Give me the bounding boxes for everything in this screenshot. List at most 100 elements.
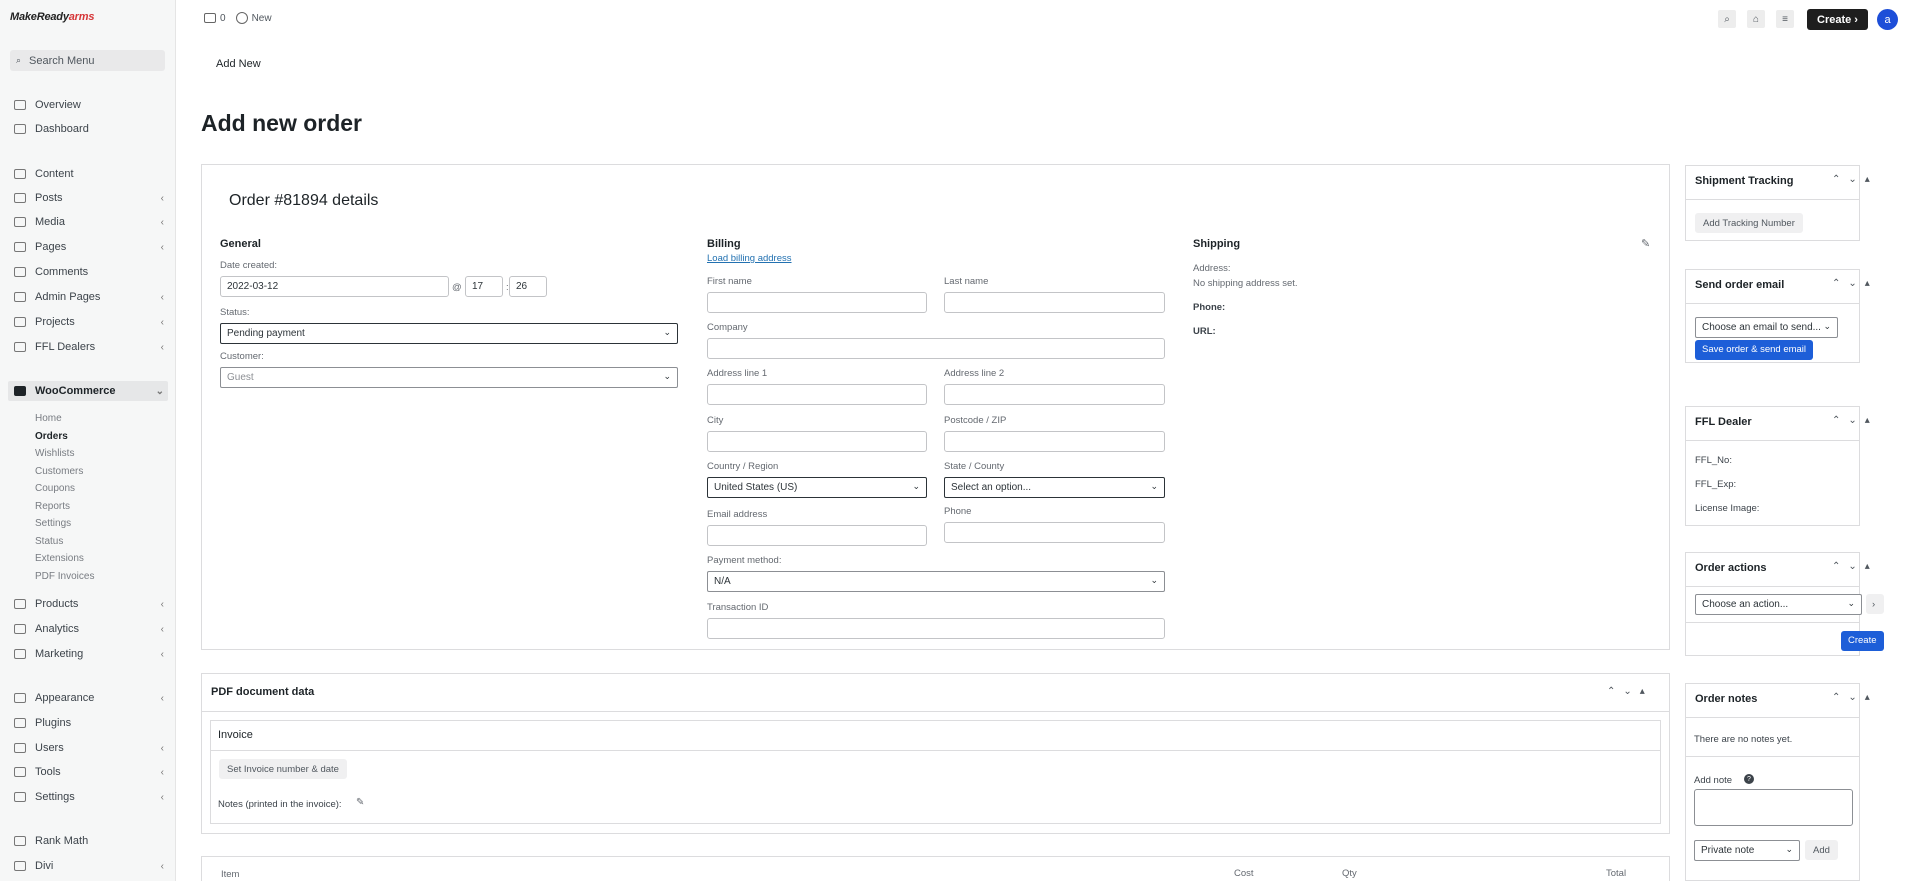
breadcrumb[interactable]: Add New (216, 58, 261, 70)
submenu-home[interactable]: Home (35, 413, 62, 426)
comments-icon (14, 267, 26, 277)
content-icon (14, 169, 26, 179)
shipping-address-label: Address: (1193, 263, 1231, 274)
submenu-wishlists[interactable]: Wishlists (35, 448, 74, 461)
new-link[interactable]: New (235, 12, 272, 24)
save-order-send-email-button[interactable]: Save order & send email (1695, 340, 1814, 360)
submenu-status[interactable]: Status (35, 536, 63, 549)
edit-shipping-icon[interactable]: ✎ (1641, 237, 1650, 250)
address-line-1-input[interactable] (707, 384, 927, 405)
email-label: Email address (707, 509, 768, 520)
sidebar-item-rank-math[interactable]: Rank Math (14, 833, 164, 849)
sidebar-item-dashboard[interactable]: Dashboard (14, 121, 164, 137)
help-icon[interactable]: ? (1744, 774, 1754, 784)
city-input[interactable] (707, 431, 927, 452)
sliders-icon[interactable]: ≡ (1776, 10, 1794, 28)
address-line-2-label: Address line 2 (944, 368, 1005, 379)
ffl-box-toggle[interactable]: ⌃⌄▴ (1832, 415, 1878, 426)
date-created-input[interactable]: 2022-03-12 (220, 276, 449, 297)
submenu-pdf-invoices[interactable]: PDF Invoices (35, 571, 94, 584)
submenu-settings[interactable]: Settings (35, 518, 71, 531)
posts-icon (14, 193, 26, 203)
search-menu-input[interactable]: ⌕ Search Menu (10, 50, 165, 71)
sidebar-item-content[interactable]: Content (14, 166, 164, 182)
submenu-coupons[interactable]: Coupons (35, 483, 75, 496)
chevron-down-icon: ⌄ (1150, 575, 1158, 585)
postcode-input[interactable] (944, 431, 1165, 452)
woocommerce-icon (14, 386, 26, 396)
comments-link[interactable]: 0 (204, 13, 226, 24)
transaction-id-input[interactable] (707, 618, 1165, 639)
sidebar-item-media[interactable]: Media ‹ (14, 214, 164, 230)
create-order-button[interactable]: Create (1841, 631, 1884, 651)
customer-select[interactable]: Guest ⌄ (220, 367, 678, 388)
email-type-select[interactable]: Choose an email to send... ⌄ (1695, 317, 1838, 338)
minute-input[interactable]: 26 (509, 276, 547, 297)
submenu-reports[interactable]: Reports (35, 501, 70, 514)
avatar[interactable]: a (1877, 9, 1898, 30)
home-icon[interactable]: ⌂ (1747, 10, 1765, 28)
apply-action-button[interactable]: › (1866, 594, 1884, 614)
sidebar-item-divi[interactable]: Divi ‹ (14, 858, 164, 874)
sidebar-item-projects[interactable]: Projects ‹ (14, 314, 164, 330)
sidebar-item-tools[interactable]: Tools ‹ (14, 764, 164, 780)
payment-method-select[interactable]: N/A ⌄ (707, 571, 1165, 592)
search-icon[interactable]: ⌕ (1718, 10, 1736, 28)
create-button[interactable]: Create › (1807, 9, 1868, 30)
chevron-down-icon: ⌄ (1785, 844, 1793, 854)
state-select[interactable]: Select an option... ⌄ (944, 477, 1165, 498)
add-note-textarea[interactable] (1694, 789, 1853, 826)
sidebar-item-products[interactable]: Products ‹ (14, 596, 164, 612)
actions-box-toggle[interactable]: ⌃⌄▴ (1832, 561, 1878, 572)
note-type-select[interactable]: Private note ⌄ (1694, 840, 1800, 861)
submenu-orders[interactable]: Orders (35, 431, 68, 444)
send-order-email-heading: Send order email (1695, 279, 1785, 291)
status-select[interactable]: Pending payment ⌄ (220, 323, 678, 344)
address-line-2-input[interactable] (944, 384, 1165, 405)
first-name-input[interactable] (707, 292, 927, 313)
sidebar-item-settings[interactable]: Settings ‹ (14, 789, 164, 805)
sidebar-item-overview[interactable]: Overview (14, 97, 164, 113)
sidebar-item-appearance[interactable]: Appearance ‹ (14, 690, 164, 706)
sidebar-item-pages[interactable]: Pages ‹ (14, 239, 164, 255)
submenu-customers[interactable]: Customers (35, 466, 83, 479)
last-name-input[interactable] (944, 292, 1165, 313)
sidebar-item-marketing[interactable]: Marketing ‹ (14, 646, 164, 662)
pdf-divider (202, 711, 1669, 712)
add-tracking-number-button[interactable]: Add Tracking Number (1695, 213, 1803, 233)
projects-icon (14, 317, 26, 327)
set-invoice-number-button[interactable]: Set Invoice number & date (219, 759, 347, 779)
edit-notes-icon[interactable]: ✎ (356, 797, 364, 808)
hour-input[interactable]: 17 (465, 276, 503, 297)
sidebar-item-posts[interactable]: Posts ‹ (14, 190, 164, 206)
load-billing-address-link[interactable]: Load billing address (707, 253, 792, 264)
add-note-button[interactable]: Add (1805, 840, 1838, 860)
site-logo[interactable]: MakeReadyarms (10, 11, 94, 23)
sidebar-item-admin-pages[interactable]: Admin Pages ‹ (14, 289, 164, 305)
rank-math-icon (14, 836, 26, 846)
sidebar-item-users[interactable]: Users ‹ (14, 740, 164, 756)
sidebar-item-analytics[interactable]: Analytics ‹ (14, 621, 164, 637)
email-box-toggle[interactable]: ⌃⌄▴ (1832, 278, 1878, 289)
sidebar-item-plugins[interactable]: Plugins (14, 715, 164, 731)
comment-icon (204, 13, 216, 23)
sidebar-item-comments[interactable]: Comments (14, 264, 164, 280)
phone-input[interactable] (944, 522, 1165, 543)
chevron-down-icon: ⌄ (912, 481, 920, 491)
divi-icon (14, 861, 26, 871)
tracking-toggle[interactable]: ⌃⌄▴ (1832, 174, 1878, 185)
pdf-panel-controls[interactable]: ⌃⌄▴ (1607, 686, 1653, 697)
company-input[interactable] (707, 338, 1165, 359)
sidebar-item-ffl-dealers[interactable]: FFL Dealers ‹ (14, 339, 164, 355)
notes-box-toggle[interactable]: ⌃⌄▴ (1832, 692, 1878, 703)
company-label: Company (707, 322, 748, 333)
sidebar-item-woocommerce[interactable]: WooCommerce ⌄ (14, 383, 164, 399)
address-line-1-label: Address line 1 (707, 368, 768, 379)
column-cost: Cost (1234, 868, 1254, 879)
marketing-icon (14, 649, 26, 659)
submenu-extensions[interactable]: Extensions (35, 553, 84, 566)
order-action-select[interactable]: Choose an action... ⌄ (1695, 594, 1862, 615)
analytics-icon (14, 624, 26, 634)
email-input[interactable] (707, 525, 927, 546)
country-select[interactable]: United States (US) ⌄ (707, 477, 927, 498)
